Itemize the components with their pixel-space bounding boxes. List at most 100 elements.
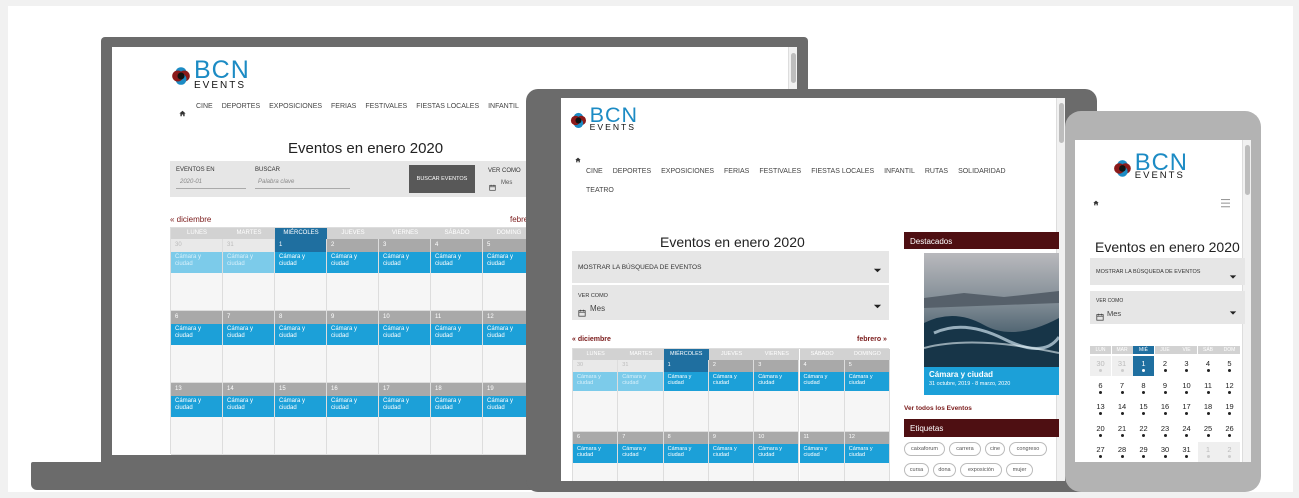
calendar-event[interactable]: Cámara y ciudad [799, 443, 844, 464]
calendar-day-cell[interactable]: 29 [1133, 442, 1154, 462]
calendar-event[interactable]: Cámara y ciudad [171, 323, 222, 346]
tag-chip[interactable]: cursa [904, 463, 929, 477]
view-as-select[interactable]: Mes [501, 180, 512, 186]
calendar-event[interactable]: Cámara y ciudad [379, 251, 430, 274]
calendar-event[interactable]: Cámara y ciudad [275, 395, 326, 418]
calendar-event[interactable]: Cámara y ciudad [275, 323, 326, 346]
calendar-event[interactable]: Cámara y ciudad [573, 443, 618, 464]
tag-chip[interactable]: congreso [1009, 442, 1047, 456]
view-as-select[interactable]: VER COMO Mes [1090, 291, 1245, 324]
calendar-day-cell[interactable]: 19 [1219, 399, 1240, 419]
calendar-day-cell[interactable]: 4 [1198, 356, 1219, 376]
calendar-day-cell[interactable]: 23 [1155, 421, 1176, 441]
calendar-event[interactable]: Cámara y ciudad [618, 443, 663, 464]
nav-item[interactable]: FERIAS [724, 168, 749, 175]
hamburger-icon[interactable] [1220, 195, 1231, 208]
calendar-event[interactable]: Cámara y ciudad [327, 251, 378, 274]
calendar-day-cell[interactable]: 24 [1176, 421, 1197, 441]
calendar-day-cell[interactable]: 17 [1176, 399, 1197, 419]
calendar-event[interactable]: Cámara y ciudad [327, 395, 378, 418]
calendar-day-cell[interactable]: 10 [1176, 378, 1197, 398]
calendar-event[interactable]: Cámara y ciudad [799, 371, 844, 392]
calendar-day-cell[interactable]: 8 [1133, 378, 1154, 398]
nav-item[interactable]: CINE [196, 103, 213, 110]
nav-item[interactable]: FESTIVALES [365, 103, 407, 110]
nav-item[interactable]: DEPORTES [222, 103, 260, 110]
events-in-input[interactable]: 2020-01 [180, 179, 202, 185]
calendar-day-cell[interactable]: 18 [1198, 399, 1219, 419]
nav-item[interactable]: DEPORTES [613, 168, 651, 175]
calendar-event[interactable]: Cámara y ciudad [663, 371, 708, 392]
calendar-day-cell[interactable]: 27 [1090, 442, 1111, 462]
calendar-event[interactable]: Cámara y ciudad [573, 371, 618, 392]
calendar-day-cell[interactable]: 6 [1090, 378, 1111, 398]
calendar-event[interactable]: Cámara y ciudad [754, 371, 799, 392]
nav-item[interactable]: CINE [586, 168, 603, 175]
calendar-day-cell[interactable]: 16 [1155, 399, 1176, 419]
calendar-day-cell[interactable]: 31 [1111, 356, 1133, 376]
nav-item[interactable]: EXPOSICIONES [269, 103, 322, 110]
search-toggle[interactable]: MOSTRAR LA BÚSQUEDA DE EVENTOS [572, 251, 889, 283]
calendar-day-cell[interactable]: 31 [1176, 442, 1197, 462]
calendar-day-cell[interactable]: 21 [1112, 421, 1133, 441]
calendar-event[interactable]: Cámara y ciudad [708, 371, 754, 392]
see-all-events-link[interactable]: Ver todos los Eventos [904, 405, 972, 412]
nav-item[interactable]: INFANTIL [488, 103, 519, 110]
calendar-day-cell[interactable]: 28 [1112, 442, 1133, 462]
calendar-event[interactable]: Cámara y ciudad [223, 395, 274, 418]
calendar-day-cell[interactable]: 20 [1090, 421, 1111, 441]
calendar-event[interactable]: Cámara y ciudad [618, 371, 663, 392]
tag-chip[interactable]: exposición [960, 463, 1002, 477]
calendar-day-cell[interactable]: 25 [1198, 421, 1219, 441]
calendar-day-cell[interactable]: 30 [1155, 442, 1176, 462]
calendar-day-cell[interactable]: 7 [1112, 378, 1133, 398]
brand-logo[interactable]: BCN EVENTS [1112, 150, 1188, 181]
calendar-event[interactable]: Cámara y ciudad [171, 395, 222, 418]
calendar-day-cell[interactable]: 3 [1176, 356, 1197, 376]
calendar-event[interactable]: Cámara y ciudad [844, 443, 890, 464]
nav-item[interactable]: EXPOSICIONES [661, 168, 714, 175]
calendar-event[interactable]: Cámara y ciudad [663, 443, 708, 464]
calendar-day-cell[interactable]: 22 [1133, 421, 1154, 441]
calendar-day-cell[interactable]: 30 [1090, 356, 1111, 376]
calendar-day-cell[interactable]: 2 [1219, 442, 1240, 462]
tag-chip[interactable]: carrera [949, 442, 981, 456]
calendar-event[interactable]: Cámara y ciudad [223, 323, 274, 346]
search-events-button[interactable]: BUSCAR EVENTOS [409, 165, 475, 193]
nav-item[interactable]: FERIAS [331, 103, 356, 110]
nav-item[interactable]: FIESTAS LOCALES [416, 103, 479, 110]
calendar-day-cell[interactable]: 26 [1219, 421, 1240, 441]
nav-item[interactable]: FIESTAS LOCALES [811, 168, 874, 175]
calendar-day-cell[interactable]: 2 [1155, 356, 1176, 376]
calendar-day-cell[interactable]: 14 [1112, 399, 1133, 419]
calendar-event[interactable]: Cámara y ciudad [844, 371, 890, 392]
tag-chip[interactable]: dona [933, 463, 956, 477]
calendar-event[interactable]: Cámara y ciudad [431, 251, 482, 274]
calendar-day-cell[interactable]: 1 [1133, 356, 1154, 376]
calendar-event[interactable]: Cámara y ciudad [379, 395, 430, 418]
calendar-event[interactable]: Cámara y ciudad [275, 251, 326, 274]
prev-month-link[interactable]: « diciembre [170, 215, 211, 224]
calendar-event[interactable]: Cámara y ciudad [431, 323, 482, 346]
tag-chip[interactable]: cine [985, 442, 1005, 456]
calendar-day-cell[interactable]: 11 [1198, 378, 1219, 398]
tag-chip[interactable]: mujer [1006, 463, 1033, 477]
calendar-event[interactable]: Cámara y ciudad [431, 395, 482, 418]
calendar-event[interactable]: Cámara y ciudad [754, 443, 799, 464]
calendar-day-cell[interactable]: 15 [1133, 399, 1154, 419]
brand-logo[interactable]: BCN EVENTS [569, 104, 638, 132]
nav-item[interactable]: TEATRO [586, 187, 614, 194]
calendar-day-cell[interactable]: 1 [1197, 442, 1219, 462]
calendar-day-cell[interactable]: 13 [1090, 399, 1111, 419]
featured-event-caption[interactable]: Cámara y ciudad 31 octubre, 2019 - 8 marz… [924, 367, 1059, 395]
calendar-event[interactable]: Cámara y ciudad [223, 251, 274, 274]
calendar-event[interactable]: Cámara y ciudad [708, 443, 754, 464]
tag-chip[interactable]: caixaforum [904, 442, 945, 456]
brand-logo[interactable]: BCN EVENTS [170, 58, 250, 90]
nav-item[interactable]: FESTIVALES [759, 168, 801, 175]
nav-item[interactable]: SOLIDARIDAD [958, 168, 1005, 175]
calendar-event[interactable]: Cámara y ciudad [379, 323, 430, 346]
search-input[interactable]: Palabra clave [258, 179, 294, 185]
calendar-day-cell[interactable]: 12 [1219, 378, 1240, 398]
calendar-event[interactable]: Cámara y ciudad [327, 323, 378, 346]
